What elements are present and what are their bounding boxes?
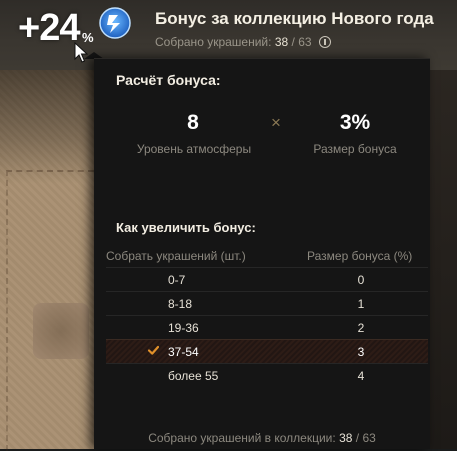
row-range: 8-18 — [168, 297, 193, 311]
bonus-tooltip-panel: Расчёт бонуса: 8 Уровень атмосферы × 3% … — [94, 58, 430, 449]
row-bonus: 4 — [357, 369, 365, 383]
footer-current: 38 — [339, 431, 353, 445]
footer-total: 63 — [362, 431, 376, 445]
footer-label: Собрано украшений в коллекции: — [148, 431, 336, 445]
background-ornament — [33, 303, 89, 359]
row-range: 19-36 — [168, 321, 199, 335]
row-range: 0-7 — [168, 273, 186, 287]
collection-bonus-header: +24 % Бонус за коллекцию Нового года Соб… — [0, 0, 457, 63]
collected-current: 38 — [274, 35, 289, 49]
collected-total: 63 — [298, 35, 312, 49]
table-row: более 55 4 — [106, 363, 428, 388]
row-range: более 55 — [168, 369, 219, 383]
multiply-icon: × — [271, 113, 281, 132]
background-right — [430, 70, 457, 449]
atmosphere-icon[interactable] — [98, 6, 132, 40]
bonus-size-value: 3% — [339, 111, 371, 134]
row-bonus: 3 — [357, 345, 365, 359]
collected-separator: / — [288, 35, 299, 49]
column-header-collect: Собрать украшений (шт.) — [106, 249, 246, 263]
collected-label: Собрано украшений: — [155, 35, 272, 49]
row-bonus: 2 — [357, 321, 365, 335]
table-row: 8-18 1 — [106, 291, 428, 316]
info-icon[interactable] — [319, 36, 331, 48]
atmosphere-level-label: Уровень атмосферы — [136, 142, 252, 156]
check-icon — [148, 345, 159, 355]
atmosphere-level-value: 8 — [187, 111, 199, 134]
panel-divider — [94, 58, 430, 59]
header-title: Бонус за коллекцию Нового года — [155, 9, 434, 28]
table-row-active: 37-54 3 — [106, 339, 428, 364]
bonus-value: +24 — [18, 7, 80, 49]
row-bonus: 1 — [357, 297, 365, 311]
row-range: 37-54 — [168, 345, 199, 359]
table-row: 19-36 2 — [106, 315, 428, 340]
footer-separator: / — [352, 431, 363, 445]
row-bonus: 0 — [357, 273, 365, 287]
bonus-size-label: Размер бонуса — [313, 142, 397, 156]
footer-collected: Собрано украшений в коллекции: 38 / 63 — [94, 431, 430, 445]
header-collected: Собрано украшений: 38 / 63 — [155, 35, 312, 49]
table-row: 0-7 0 — [106, 267, 428, 292]
column-header-bonus: Размер бонуса (%) — [307, 249, 413, 263]
calc-title: Расчёт бонуса: — [116, 72, 221, 88]
increase-title: Как увеличить бонус: — [116, 220, 256, 235]
